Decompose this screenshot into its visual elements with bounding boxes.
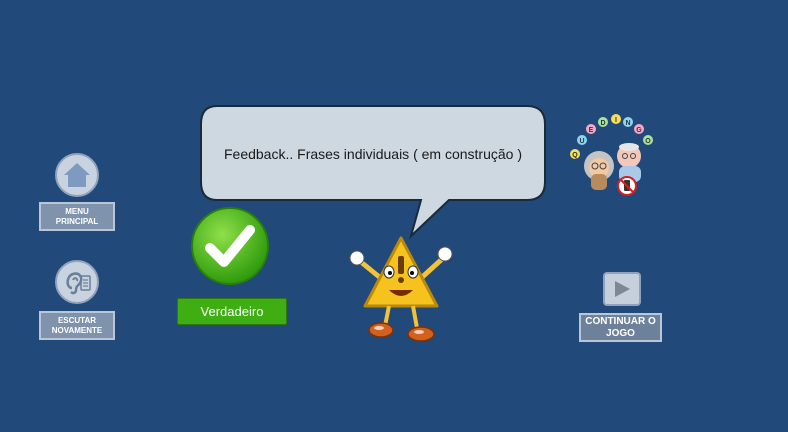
- logo-letter-i: I: [615, 117, 617, 124]
- menu-principal-button[interactable]: MENU PRINCIPAL: [39, 202, 115, 231]
- home-icon: [64, 163, 90, 187]
- play-icon: [615, 281, 630, 297]
- verdadeiro-label: Verdadeiro: [177, 298, 287, 325]
- logo-letter-n: N: [625, 120, 630, 127]
- menu-principal-label: MENU PRINCIPAL: [55, 206, 99, 226]
- logo-letter-e: E: [589, 127, 594, 134]
- listen-again-icon-button[interactable]: [55, 260, 99, 304]
- continuar-jogo-label: CONTINUAR O JOGO: [585, 315, 656, 339]
- logo-letter-q: Q: [572, 152, 578, 159]
- logo-letter-g: G: [636, 127, 642, 134]
- play-button[interactable]: [603, 272, 641, 306]
- escutar-novamente-button[interactable]: ESCUTAR NOVAMENTE: [39, 311, 115, 340]
- escutar-novamente-label: ESCUTAR NOVAMENTE: [51, 315, 103, 335]
- feedback-text: Feedback.. Frases individuais ( em const…: [223, 146, 522, 162]
- logo-letter-u: U: [579, 138, 584, 145]
- continuar-jogo-button[interactable]: CONTINUAR O JOGO: [579, 313, 662, 342]
- speech-bubble: [199, 104, 547, 240]
- verdadeiro-text: Verdadeiro: [200, 304, 264, 319]
- warning-mascot-icon: [343, 232, 459, 350]
- quedingo-logo: Q U E D I N G O: [565, 112, 661, 200]
- logo-letter-d: D: [600, 120, 605, 127]
- hearing-icon: [66, 272, 91, 295]
- menu-home-button[interactable]: [55, 153, 99, 197]
- logo-letter-o: O: [645, 138, 651, 145]
